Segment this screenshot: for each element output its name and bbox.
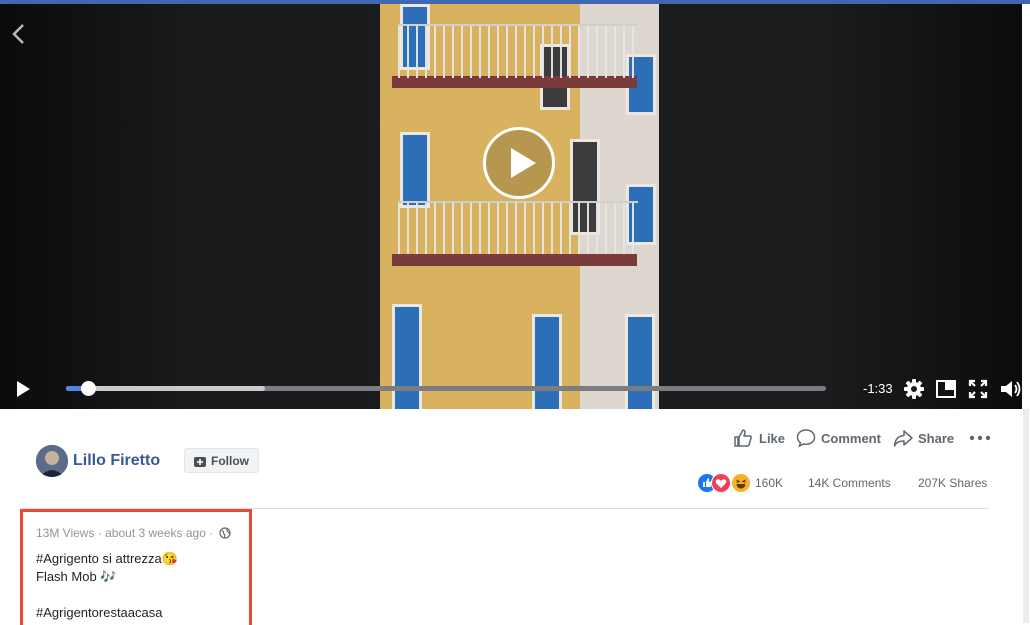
- scrubber-handle[interactable]: [81, 381, 97, 396]
- progress-bar[interactable]: [66, 381, 826, 396]
- comment-label: Comment: [821, 431, 881, 446]
- like-button[interactable]: Like: [733, 428, 788, 450]
- comment-bubble-icon: [796, 429, 816, 448]
- video-frame: [380, 4, 659, 409]
- like-label: Like: [759, 431, 786, 446]
- scrollbar[interactable]: [1023, 409, 1029, 623]
- comment-button[interactable]: Comment: [796, 428, 884, 450]
- hashtag-link[interactable]: #Agrigentorestaacasa: [36, 605, 162, 620]
- share-label: Share: [918, 431, 955, 446]
- reaction-count[interactable]: 160K: [755, 476, 783, 490]
- share-arrow-icon: [893, 430, 913, 447]
- follow-label: Follow: [211, 454, 249, 468]
- reaction-icons[interactable]: [697, 473, 753, 493]
- player-controls: -1:33: [0, 369, 1022, 409]
- fullscreen-icon[interactable]: [967, 378, 989, 400]
- chevron-left-icon[interactable]: [11, 22, 27, 46]
- views-and-time: 13M Views · about 3 weeks ago ·: [36, 526, 214, 540]
- gear-icon[interactable]: [903, 378, 925, 400]
- description-line: Flash Mob 🎶: [36, 569, 117, 584]
- comment-count[interactable]: 14K Comments: [808, 476, 891, 490]
- time-remaining: -1:33: [863, 381, 893, 396]
- volume-icon[interactable]: [999, 378, 1022, 400]
- globe-icon: [218, 527, 231, 542]
- haha-reaction-icon: [731, 473, 751, 493]
- post-meta: 13M Views · about 3 weeks ago ·: [36, 526, 231, 542]
- follow-plus-icon: [194, 455, 206, 473]
- video-player[interactable]: -1:33: [0, 4, 1022, 409]
- love-reaction-icon: [711, 473, 731, 493]
- share-button[interactable]: Share: [893, 428, 957, 450]
- thumbs-up-icon: [734, 429, 752, 447]
- picture-in-picture-icon[interactable]: [935, 378, 957, 400]
- balcony-railing: [398, 24, 638, 78]
- more-dots-icon[interactable]: [969, 428, 991, 448]
- building-window: [400, 132, 430, 208]
- balcony-railing: [398, 201, 638, 255]
- play-icon[interactable]: [483, 127, 555, 199]
- author-name-link[interactable]: Lillo Firetto: [73, 452, 160, 470]
- description-line: #Agrigento si attrezza😘: [36, 551, 178, 566]
- share-count[interactable]: 207K Shares: [918, 476, 987, 490]
- play-icon[interactable]: [14, 380, 32, 398]
- avatar[interactable]: [36, 445, 68, 477]
- follow-button[interactable]: Follow: [184, 448, 259, 473]
